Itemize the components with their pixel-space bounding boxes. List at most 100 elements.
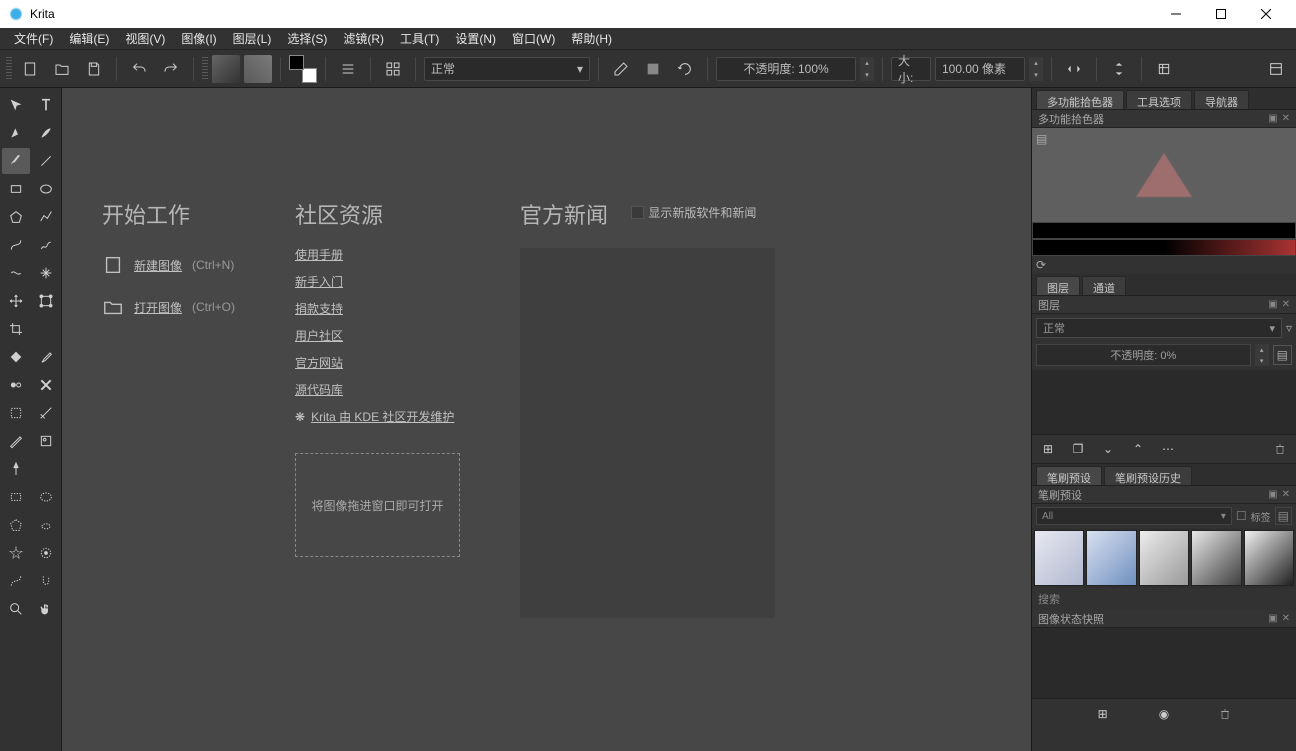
menu-file[interactable]: 文件(F)	[8, 28, 59, 49]
tab-brush-presets[interactable]: 笔刷预设	[1036, 466, 1102, 485]
tool-freehand-path[interactable]	[32, 232, 60, 258]
redo-button[interactable]	[157, 55, 185, 83]
brush-preset-item[interactable]	[1139, 530, 1189, 586]
size-field[interactable]: 100.00 像素	[935, 57, 1025, 81]
wrap-mode-button[interactable]	[1150, 55, 1178, 83]
float-icon[interactable]: ▣	[1268, 299, 1277, 310]
layer-opacity-slider[interactable]: 不透明度: 0%	[1036, 344, 1251, 366]
menu-view[interactable]: 视图(V)	[119, 28, 171, 49]
tab-color-selector[interactable]: 多功能拾色器	[1036, 90, 1124, 109]
color-history-bars[interactable]	[1032, 222, 1296, 256]
close-button[interactable]	[1243, 0, 1288, 28]
close-panel-icon[interactable]: ✕	[1282, 113, 1290, 124]
tool-multibrush[interactable]	[32, 260, 60, 286]
opacity-spinner[interactable]: ▴▾	[860, 57, 874, 81]
snapshot-list[interactable]	[1032, 628, 1296, 698]
tool-move[interactable]	[2, 288, 30, 314]
save-file-button[interactable]	[80, 55, 108, 83]
link-manual[interactable]: 使用手册	[295, 246, 460, 263]
float-icon[interactable]: ▣	[1268, 613, 1277, 624]
toolbar-handle-icon[interactable]	[6, 57, 12, 81]
minimize-button[interactable]	[1153, 0, 1198, 28]
tool-pin[interactable]	[2, 456, 30, 482]
layer-opacity-spinner[interactable]: ▴▾	[1255, 344, 1269, 366]
tool-select-bezier[interactable]	[2, 568, 30, 594]
capture-snapshot-button[interactable]: ◉	[1153, 703, 1175, 725]
fg-bg-color-selector[interactable]	[289, 55, 317, 83]
menu-help[interactable]: 帮助(H)	[565, 28, 618, 49]
tool-select-freehand[interactable]	[32, 512, 60, 538]
tool-bezier[interactable]	[2, 232, 30, 258]
color-selector[interactable]: ▤	[1032, 128, 1296, 222]
tool-reference[interactable]	[32, 428, 60, 454]
menu-image[interactable]: 图像(I)	[175, 28, 222, 49]
layer-blend-dropdown[interactable]: 正常▾	[1036, 318, 1282, 338]
layer-list[interactable]	[1032, 370, 1296, 434]
tool-transform[interactable]	[2, 92, 30, 118]
close-panel-icon[interactable]: ✕	[1282, 489, 1290, 500]
drop-zone[interactable]: 将图像拖进窗口即可打开	[295, 453, 460, 557]
menu-settings[interactable]: 设置(N)	[449, 28, 502, 49]
tool-smart-patch[interactable]	[2, 400, 30, 426]
color-config-icon[interactable]: ▤	[1036, 132, 1047, 146]
blend-mode-dropdown[interactable]: 正常▾	[424, 57, 590, 81]
layer-up-button[interactable]: ⌃	[1128, 439, 1148, 459]
menu-filter[interactable]: 滤镜(R)	[337, 28, 390, 49]
workspace-button[interactable]	[379, 55, 407, 83]
tool-calligraphy[interactable]	[32, 120, 60, 146]
add-layer-button[interactable]: ⊞	[1038, 439, 1058, 459]
tab-navigator[interactable]: 导航器	[1194, 90, 1249, 109]
tool-color-picker[interactable]	[32, 344, 60, 370]
undo-button[interactable]	[125, 55, 153, 83]
link-getting-started[interactable]: 新手入门	[295, 273, 460, 290]
layer-down-button[interactable]: ⌄	[1098, 439, 1118, 459]
eraser-button[interactable]	[607, 55, 635, 83]
tool-fill[interactable]	[2, 344, 30, 370]
tool-brush[interactable]	[2, 148, 30, 174]
bookmark-icon[interactable]: ☐	[1236, 509, 1247, 523]
brush-preset-item[interactable]	[1244, 530, 1294, 586]
alpha-lock-button[interactable]	[639, 55, 667, 83]
tool-text[interactable]	[32, 92, 60, 118]
menu-tools[interactable]: 工具(T)	[394, 28, 445, 49]
tool-polyline[interactable]	[32, 204, 60, 230]
delete-layer-button[interactable]	[1270, 439, 1290, 459]
tool-select-ellipse[interactable]	[32, 484, 60, 510]
menu-window[interactable]: 窗口(W)	[506, 28, 561, 49]
tool-rectangle[interactable]	[2, 176, 30, 202]
tool-crop[interactable]	[2, 316, 30, 342]
link-website[interactable]: 官方网站	[295, 354, 460, 371]
mirror-v-button[interactable]	[1105, 55, 1133, 83]
tool-select-polygon[interactable]	[2, 512, 30, 538]
float-icon[interactable]: ▣	[1268, 113, 1277, 124]
reload-brush-button[interactable]	[671, 55, 699, 83]
tab-channels[interactable]: 通道	[1082, 276, 1126, 295]
brush-settings-button[interactable]	[334, 55, 362, 83]
tab-tool-options[interactable]: 工具选项	[1126, 90, 1192, 109]
link-donate[interactable]: 捐款支持	[295, 300, 460, 317]
show-news-checkbox[interactable]: 显示新版软件和新闻	[631, 204, 756, 221]
tool-edit-shapes[interactable]	[2, 120, 30, 146]
layer-properties-button[interactable]: ⋯	[1158, 439, 1178, 459]
tool-dynamic-brush[interactable]	[2, 260, 30, 286]
layer-options-icon[interactable]: ▤	[1273, 345, 1292, 365]
tab-brush-history[interactable]: 笔刷预设历史	[1104, 466, 1192, 485]
tool-ellipse[interactable]	[32, 176, 60, 202]
tool-line[interactable]	[32, 148, 60, 174]
tool-zoom[interactable]	[2, 596, 30, 622]
new-image-link[interactable]: 新建图像 (Ctrl+N)	[102, 254, 235, 276]
size-spinner[interactable]: ▴▾	[1029, 57, 1043, 81]
tool-pan[interactable]	[32, 596, 60, 622]
tool-pattern-edit[interactable]	[32, 372, 60, 398]
float-icon[interactable]: ▣	[1268, 489, 1277, 500]
workspace-chooser-button[interactable]	[1262, 55, 1290, 83]
opacity-field[interactable]: 不透明度: 100%	[716, 57, 856, 81]
menu-edit[interactable]: 编辑(E)	[63, 28, 115, 49]
new-file-button[interactable]	[16, 55, 44, 83]
pattern-swatch-button[interactable]	[244, 55, 272, 83]
tool-polygon[interactable]	[2, 204, 30, 230]
tool-select-contiguous[interactable]	[2, 540, 30, 566]
tool-select-similar[interactable]	[32, 540, 60, 566]
tool-measure[interactable]	[2, 428, 30, 454]
brush-preset-item[interactable]	[1086, 530, 1136, 586]
